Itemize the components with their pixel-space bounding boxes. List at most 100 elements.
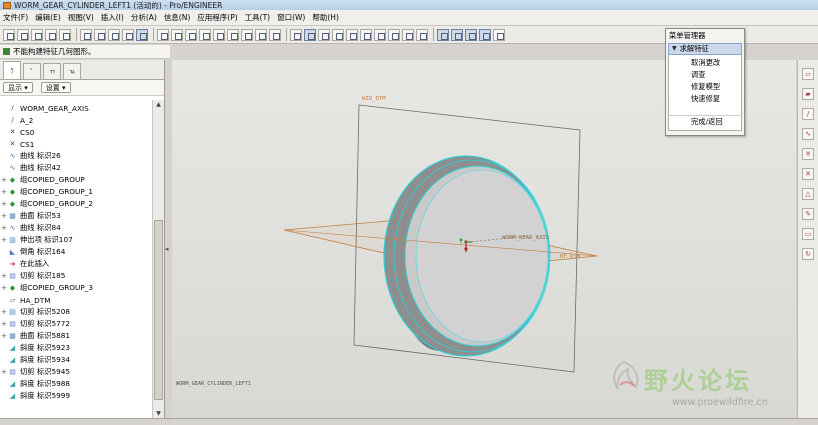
- datum-plane-tool-icon[interactable]: ▰: [802, 88, 814, 100]
- hidden-line-icon[interactable]: [108, 28, 120, 41]
- tree-expander-icon[interactable]: +: [0, 176, 8, 184]
- view-manager-icon[interactable]: [416, 28, 428, 41]
- orient-icon[interactable]: [318, 28, 330, 41]
- sketch-tool-icon[interactable]: ✎: [802, 208, 814, 220]
- tree-expander-icon[interactable]: +: [0, 236, 8, 244]
- tree-item[interactable]: + ◆ 组COPIED_GROUP_1: [0, 186, 152, 198]
- menu-help[interactable]: 帮助(H): [312, 12, 339, 23]
- tree-expander-icon[interactable]: +: [0, 224, 8, 232]
- saved-views-icon[interactable]: [388, 28, 400, 41]
- repaint-icon[interactable]: [80, 28, 92, 41]
- tree-item[interactable]: ∿ 曲线 标识26: [0, 150, 152, 162]
- tree-item[interactable]: ➜ 在此插入: [0, 258, 152, 270]
- tree-item[interactable]: + ◆ 组COPIED_GROUP_3: [0, 282, 152, 294]
- csys-display-icon[interactable]: [479, 28, 491, 41]
- revolve-tool-icon[interactable]: ↻: [802, 248, 814, 260]
- datum-point-display-icon[interactable]: [465, 28, 477, 41]
- menu-view[interactable]: 视图(V): [68, 12, 94, 23]
- spin-center-icon[interactable]: [304, 28, 316, 41]
- tree-expander-icon[interactable]: +: [0, 188, 8, 196]
- copy-icon[interactable]: [199, 28, 211, 41]
- folder-browser-tab[interactable]: ﾟ: [23, 63, 41, 79]
- resolve-feature-header[interactable]: ▼ 求解特征: [668, 43, 742, 55]
- zoom-in-icon[interactable]: [332, 28, 344, 41]
- tree-item[interactable]: / A_2: [0, 114, 152, 126]
- analysis-tool-icon[interactable]: △: [802, 188, 814, 200]
- tree-item[interactable]: + ▥ 伸出项 标识107: [0, 234, 152, 246]
- tree-item[interactable]: ◣ 倒角 标识164: [0, 246, 152, 258]
- email-icon[interactable]: [59, 28, 71, 41]
- print-icon[interactable]: [45, 28, 57, 41]
- redo-icon[interactable]: [171, 28, 183, 41]
- tree-item[interactable]: + ∿ 曲线 标识84: [0, 222, 152, 234]
- tree-expander-icon[interactable]: +: [0, 332, 8, 340]
- model-tree-tab[interactable]: ﾗ: [3, 61, 21, 79]
- menu-insert[interactable]: 插入(I): [101, 12, 124, 23]
- panel-splitter[interactable]: ◂: [165, 60, 171, 418]
- zoom-out-icon[interactable]: [346, 28, 358, 41]
- connections-tab[interactable]: ﾣ: [63, 63, 81, 79]
- tree-item[interactable]: ∿ 曲线 标识42: [0, 162, 152, 174]
- menu-analysis[interactable]: 分析(A): [131, 12, 157, 23]
- datum-axis-display-icon[interactable]: [451, 28, 463, 41]
- no-hidden-icon[interactable]: [136, 28, 148, 41]
- datum-point-tool-icon[interactable]: ✕: [802, 148, 814, 160]
- menu-fix-model[interactable]: 修复模型: [669, 81, 741, 93]
- new-file-icon[interactable]: [3, 28, 15, 41]
- scroll-up-icon[interactable]: ▲: [154, 100, 163, 109]
- shade-icon[interactable]: [94, 28, 106, 41]
- csys-tool-icon[interactable]: ✕: [802, 168, 814, 180]
- tree-item[interactable]: ◢ 斜度 标识5923: [0, 342, 152, 354]
- menu-edit[interactable]: 编辑(E): [35, 12, 61, 23]
- tree-item[interactable]: + ◆ 组COPIED_GROUP_2: [0, 198, 152, 210]
- tree-item[interactable]: ✕ CS1: [0, 138, 152, 150]
- open-file-icon[interactable]: [17, 28, 29, 41]
- tree-item[interactable]: + ▤ 切剪 标识5945: [0, 366, 152, 378]
- show-dropdown[interactable]: 显示 ▾: [3, 82, 33, 93]
- cut-icon[interactable]: [185, 28, 197, 41]
- tree-item[interactable]: ◢ 斜度 标识5999: [0, 390, 152, 402]
- menu-applications[interactable]: 应用程序(P): [197, 12, 237, 23]
- menu-window[interactable]: 窗口(W): [277, 12, 305, 23]
- sketch-icon[interactable]: [290, 28, 302, 41]
- extrude-tool-icon[interactable]: ▭: [802, 228, 814, 240]
- tree-expander-icon[interactable]: +: [0, 368, 8, 376]
- favorites-tab[interactable]: ﾢ: [43, 63, 61, 79]
- undo-icon[interactable]: [157, 28, 169, 41]
- tree-item[interactable]: + ▦ 曲面 标识53: [0, 210, 152, 222]
- tree-expander-icon[interactable]: +: [0, 200, 8, 208]
- paste-special-icon[interactable]: [227, 28, 239, 41]
- tree-item[interactable]: + ▤ 切剪 标识185: [0, 270, 152, 282]
- paste-icon[interactable]: [213, 28, 225, 41]
- datum-plane-icon[interactable]: ▱: [802, 68, 814, 80]
- scroll-thumb[interactable]: [154, 220, 163, 400]
- tree-expander-icon[interactable]: +: [0, 284, 8, 292]
- tree-item[interactable]: ◢ 斜度 标识5934: [0, 354, 152, 366]
- tree-item[interactable]: / WORM_GEAR_AXIS: [0, 102, 152, 114]
- datum-curve-tool-icon[interactable]: ∿: [802, 128, 814, 140]
- tree-expander-icon[interactable]: +: [0, 320, 8, 328]
- context-help-icon[interactable]: [493, 28, 505, 41]
- tree-item[interactable]: + ▤ 切剪 标识5208: [0, 306, 152, 318]
- tree-item[interactable]: ▱ HA_DTM: [0, 294, 152, 306]
- tree-item[interactable]: + ◆ 组COPIED_GROUP: [0, 174, 152, 186]
- scroll-down-icon[interactable]: ▼: [154, 409, 163, 418]
- menu-quick-fix[interactable]: 快速修复: [669, 93, 741, 105]
- menu-info[interactable]: 信息(N): [164, 12, 190, 23]
- menu-file[interactable]: 文件(F): [3, 12, 28, 23]
- tree-expander-icon[interactable]: +: [0, 212, 8, 220]
- datum-axis-tool-icon[interactable]: /: [802, 108, 814, 120]
- datum-plane-display-icon[interactable]: [437, 28, 449, 41]
- save-icon[interactable]: [31, 28, 43, 41]
- select-box-icon[interactable]: [269, 28, 281, 41]
- settings-dropdown[interactable]: 设置 ▾: [40, 82, 71, 93]
- tree-item[interactable]: ✕ CS0: [0, 126, 152, 138]
- wireframe-icon[interactable]: [122, 28, 134, 41]
- regenerate-icon[interactable]: [241, 28, 253, 41]
- tree-scrollbar[interactable]: ▲ ▼: [152, 100, 164, 418]
- collapse-triangle-icon[interactable]: ▼: [672, 44, 677, 54]
- tree-expander-icon[interactable]: +: [0, 308, 8, 316]
- tree-item[interactable]: + ▤ 切剪 标识5772: [0, 318, 152, 330]
- refit-icon[interactable]: [360, 28, 372, 41]
- tree-item[interactable]: + ▦ 曲面 标识5881: [0, 330, 152, 342]
